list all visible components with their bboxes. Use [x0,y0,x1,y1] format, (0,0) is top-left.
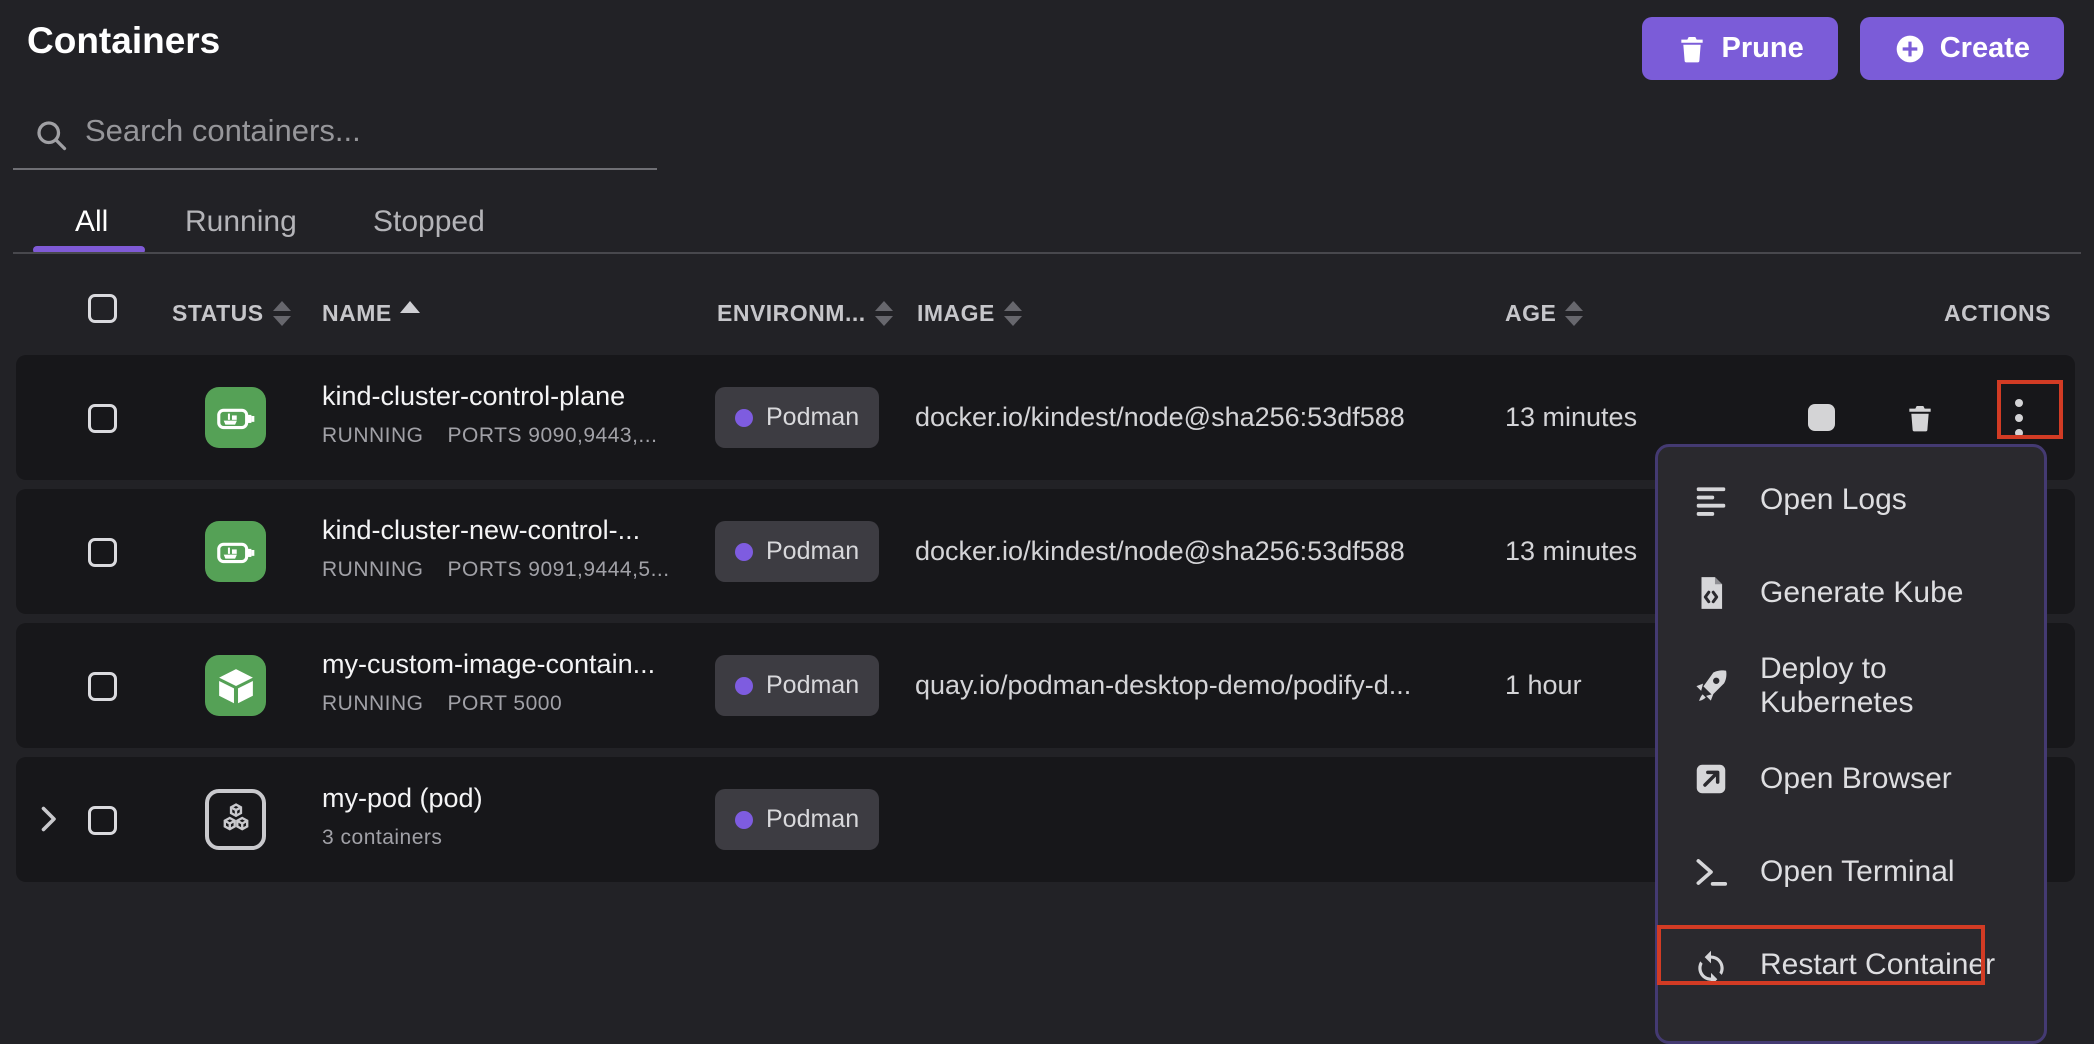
trash-icon [1904,402,1936,434]
tab-running[interactable]: Running [185,205,297,239]
search-icon [33,117,69,153]
search-bar [13,100,657,170]
column-header-image[interactable]: IMAGE [917,300,1022,327]
plus-circle-icon [1894,33,1926,65]
row-checkbox[interactable] [88,672,117,701]
tab-all[interactable]: All [75,205,108,239]
container-age: 1 hour [1505,670,1582,701]
row-checkbox[interactable] [88,538,117,567]
sort-icons [1004,301,1022,326]
container-image: docker.io/kindest/node@sha256:53df588 [915,402,1405,433]
container-age: 13 minutes [1505,402,1637,433]
container-ports: PORTS 9090,9443,... [448,424,658,448]
container-image: docker.io/kindest/node@sha256:53df588 [915,536,1405,567]
pod-status-icon [205,789,266,850]
pod-name[interactable]: my-pod (pod) [322,783,483,814]
create-button-label: Create [1940,32,2030,65]
expand-chevron-icon[interactable] [30,801,66,837]
kebab-menu-button[interactable] [1997,396,2041,440]
sort-icons [1565,301,1583,326]
pod-containers-count: 3 containers [322,826,442,850]
terminal-icon [1692,853,1730,891]
container-name[interactable]: my-custom-image-contain... [322,649,655,680]
delete-button[interactable] [1898,396,1942,440]
ship-in-bottle-icon [214,396,258,440]
pod-cubes-icon [214,798,258,842]
podman-dot-icon [735,811,753,829]
sort-icons [273,301,291,326]
kind-status-icon [205,521,266,582]
menu-item-open-browser[interactable]: Open Browser [1658,732,2044,825]
restart-icon [1692,946,1730,984]
column-header-status[interactable]: STATUS [172,300,291,327]
logs-icon [1692,481,1730,519]
environment-badge: Podman [715,789,879,850]
cube-icon [214,664,258,708]
environment-badge: Podman [715,387,879,448]
container-name[interactable]: kind-cluster-control-plane [322,381,657,412]
ship-in-bottle-icon [214,530,258,574]
container-name-block: my-custom-image-contain... RUNNING PORT … [322,649,655,716]
trash-icon [1676,33,1708,65]
menu-item-open-terminal[interactable]: Open Terminal [1658,825,2044,918]
table-header: STATUS NAME ENVIRONM... IMAGE AGE ACTION… [0,288,2094,348]
column-header-age[interactable]: AGE [1505,300,1583,327]
sort-icons [875,301,893,326]
column-header-environment[interactable]: ENVIRONM... [717,300,893,327]
stop-button[interactable] [1799,396,1843,440]
stop-icon [1808,404,1835,431]
kind-status-icon [205,387,266,448]
row-checkbox[interactable] [88,806,117,835]
container-state: RUNNING [322,692,424,716]
container-age: 13 minutes [1505,536,1637,567]
environment-badge: Podman [715,655,879,716]
menu-item-generate-kube[interactable]: Generate Kube [1658,546,2044,639]
prune-button[interactable]: Prune [1642,17,1838,80]
container-ports: PORT 5000 [448,692,563,716]
container-name[interactable]: kind-cluster-new-control-... [322,515,670,546]
tabs-divider [13,252,2081,254]
container-image: quay.io/podman-desktop-demo/podify-d... [915,670,1411,701]
search-input[interactable] [85,100,645,162]
row-context-menu: Open Logs Generate Kube Deploy to Kubern… [1655,444,2047,1044]
environment-badge: Podman [715,521,879,582]
container-ports: PORTS 9091,9444,5... [448,558,670,582]
search-underline [13,168,657,170]
external-link-icon [1692,760,1730,798]
sort-asc-icon [400,301,420,313]
container-name-block: kind-cluster-new-control-... RUNNING POR… [322,515,670,582]
podman-dot-icon [735,677,753,695]
filter-tabs: All Running Stopped [0,205,2094,255]
podman-dot-icon [735,543,753,561]
container-name-block: kind-cluster-control-plane RUNNING PORTS… [322,381,657,448]
menu-item-deploy-kubernetes[interactable]: Deploy to Kubernetes [1658,639,2044,732]
toolbar: Prune Create [1642,17,2064,80]
rocket-icon [1692,667,1730,705]
page-title: Containers [27,20,220,62]
podman-dot-icon [735,409,753,427]
column-header-actions: ACTIONS [1944,300,2051,327]
menu-item-open-logs[interactable]: Open Logs [1658,453,2044,546]
column-header-name[interactable]: NAME [322,300,420,327]
select-all-checkbox[interactable] [88,294,117,323]
pod-name-block: my-pod (pod) 3 containers [322,783,483,850]
row-checkbox[interactable] [88,404,117,433]
kebab-icon [2015,399,2023,437]
container-state: RUNNING [322,558,424,582]
tab-stopped[interactable]: Stopped [373,205,485,239]
create-button[interactable]: Create [1860,17,2064,80]
prune-button-label: Prune [1722,32,1804,65]
container-state: RUNNING [322,424,424,448]
container-status-icon [205,655,266,716]
menu-item-restart-container[interactable]: Restart Container [1658,918,2044,1011]
file-code-icon [1692,574,1730,612]
